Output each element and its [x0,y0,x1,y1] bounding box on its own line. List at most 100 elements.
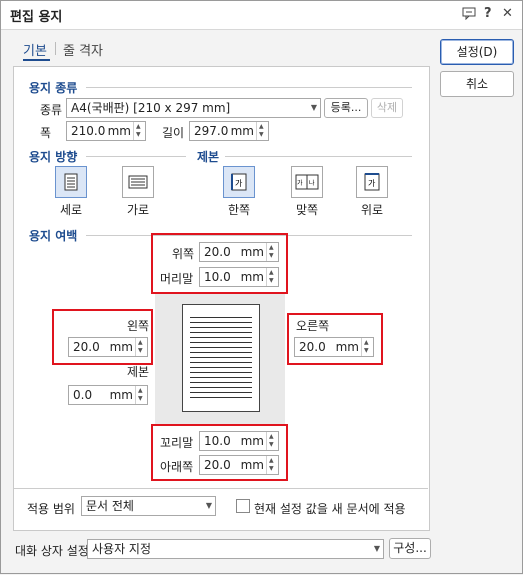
footer-margin-spinner[interactable]: ▲ ▼ [266,432,278,450]
paper-type-select[interactable]: A4(국배판) [210 x 297 mm] ▼ [66,98,321,118]
window-title: 편집 용지 [10,10,63,25]
chat-icon[interactable] [462,6,476,24]
register-button[interactable]: 등록... [324,98,368,118]
top-binding-icon: 가 [364,173,380,191]
facing-binding-icon: 가나 [295,174,319,190]
divider [86,156,186,157]
paper-preview [182,304,260,412]
bottom-margin-label: 아래쪽 [160,460,194,474]
gutter-margin-spinner[interactable]: ▲ ▼ [135,386,147,404]
gutter-margin-input[interactable]: 0.0 mm ▲ ▼ [68,385,148,405]
compose-button[interactable]: 구성... [389,538,431,559]
left-margin-input[interactable]: 20.0 mm ▲ ▼ [68,337,148,357]
single-binding-label: 한쪽 [228,203,251,217]
footer-margin-label: 꼬리말 [160,436,194,450]
right-margin-label: 오른쪽 [296,319,330,333]
tab-active-indicator [23,59,50,61]
left-margin-label: 왼쪽 [127,319,150,333]
bottom-margin-unit: mm [240,458,264,472]
width-input[interactable]: 210.0 mm ▲ ▼ [66,121,146,141]
help-icon[interactable]: ? [484,6,492,21]
gutter-margin-value: 0.0 [73,388,93,402]
bottom-margin-spinner[interactable]: ▲ ▼ [266,456,278,474]
top-binding-option[interactable]: 가 [356,166,388,198]
header-margin-value: 10.0 [204,270,231,284]
title-bar [0,0,523,30]
apply-scope-select[interactable]: 문서 전체 ▼ [81,496,216,516]
margins-heading: 용지 여백 [29,229,78,243]
binding-heading: 제본 [197,150,220,164]
cancel-button[interactable]: 취소 [440,71,514,97]
paper-type-label: 종류 [40,103,63,117]
facing-binding-option[interactable]: 가나 [291,166,323,198]
width-label: 폭 [40,126,52,140]
top-margin-input[interactable]: 20.0 mm ▲ ▼ [199,242,279,262]
landscape-label: 가로 [127,203,150,217]
height-input[interactable]: 297.0 mm ▲ ▼ [189,121,269,141]
facing-binding-label: 맞쪽 [296,203,319,217]
apply-new-docs-checkbox[interactable] [236,499,250,513]
apply-scope-label: 적용 범위 [27,502,75,516]
dialog-settings-select[interactable]: 사용자 지정 ▼ [87,539,384,559]
chevron-down-icon: ▼ [205,501,212,510]
top-margin-value: 20.0 [204,245,231,259]
top-margin-unit: mm [240,245,264,259]
gutter-margin-unit: mm [109,388,133,402]
single-binding-icon: 가 [231,173,247,191]
top-binding-label: 위로 [361,203,384,217]
left-margin-value: 20.0 [73,340,100,354]
paper-type-value: A4(국배판) [210 x 297 mm] [71,101,231,115]
dialog-settings-label: 대화 상자 설정 [15,544,89,558]
divider [225,156,412,157]
tab-separator [55,42,56,55]
landscape-icon [128,175,148,189]
header-margin-spinner[interactable]: ▲ ▼ [266,268,278,286]
left-margin-spinner[interactable]: ▲ ▼ [135,338,147,356]
right-margin-value: 20.0 [299,340,326,354]
footer-margin-unit: mm [240,434,264,448]
chevron-down-icon: ▼ [373,544,380,553]
top-margin-label: 위쪽 [172,247,195,261]
ok-button[interactable]: 설정(D) [440,39,514,65]
width-value: 210.0 [71,124,106,138]
apply-new-docs-label: 현재 설정 값을 새 문서에 적용 [254,502,406,516]
chevron-down-icon: ▼ [310,103,317,112]
header-margin-label: 머리말 [160,272,194,286]
apply-scope-value: 문서 전체 [86,499,134,513]
divider [86,87,412,88]
height-spinner[interactable]: ▲ ▼ [256,122,268,140]
gutter-margin-label: 제본 [127,365,150,379]
tab-basic[interactable]: 기본 [23,40,47,59]
footer-margin-value: 10.0 [204,434,231,448]
top-margin-spinner[interactable]: ▲ ▼ [266,243,278,261]
portrait-option[interactable] [55,166,87,198]
close-icon[interactable]: ✕ [502,6,513,21]
footer-margin-input[interactable]: 10.0 mm ▲ ▼ [199,431,279,451]
orientation-heading: 용지 방향 [29,150,78,164]
svg-text:나: 나 [309,179,315,187]
portrait-label: 세로 [60,203,83,217]
bottom-margin-input[interactable]: 20.0 mm ▲ ▼ [199,455,279,475]
left-margin-unit: mm [109,340,133,354]
right-margin-unit: mm [335,340,359,354]
bottom-margin-value: 20.0 [204,458,231,472]
tab-line-grid[interactable]: 줄 격자 [63,40,103,59]
width-spinner[interactable]: ▲ ▼ [133,122,145,140]
single-binding-option[interactable]: 가 [223,166,255,198]
right-margin-spinner[interactable]: ▲ ▼ [361,338,373,356]
portrait-icon [64,173,78,191]
delete-button[interactable]: 삭제 [371,98,403,118]
divider [14,488,428,489]
height-value: 297.0 [194,124,229,138]
width-unit: mm [107,124,131,138]
landscape-option[interactable] [122,166,154,198]
header-margin-input[interactable]: 10.0 mm ▲ ▼ [199,267,279,287]
svg-text:가: 가 [368,179,376,188]
height-unit: mm [230,124,254,138]
svg-text:가: 가 [297,179,303,187]
right-margin-input[interactable]: 20.0 mm ▲ ▼ [294,337,374,357]
height-label: 길이 [162,126,185,140]
svg-text:가: 가 [235,179,243,188]
header-margin-unit: mm [240,270,264,284]
dialog-settings-value: 사용자 지정 [92,542,152,556]
